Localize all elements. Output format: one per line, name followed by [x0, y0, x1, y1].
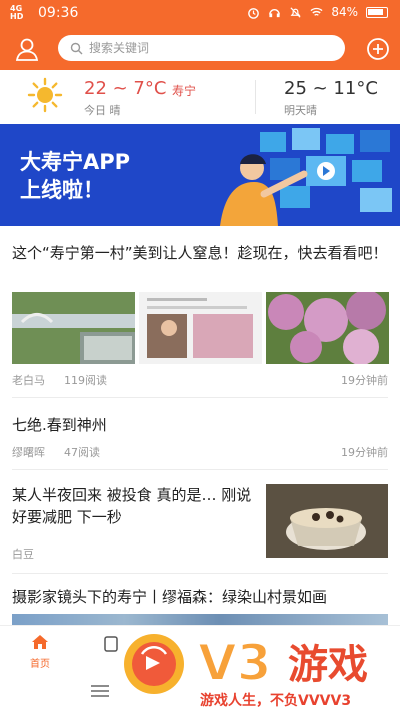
list-item[interactable]: 七绝.春到神州 缪曙晖 47阅读 19分钟前 [12, 408, 388, 470]
banner-illustration [220, 128, 392, 226]
menu-icon[interactable] [90, 684, 110, 698]
battery-icon [366, 6, 388, 18]
search-icon [70, 42, 83, 54]
tomorrow-weather-label: 明天晴 [284, 104, 317, 117]
search-bar[interactable] [58, 35, 345, 61]
status-bar: 4G HD 09:36 84% [0, 0, 400, 26]
article-source: 老白马 [12, 374, 45, 387]
network-indicator: 4G HD [10, 4, 24, 21]
article-thumbnail [266, 292, 389, 364]
user-icon[interactable] [14, 36, 40, 62]
article-source: 白豆 [12, 548, 34, 561]
headset-icon [269, 8, 281, 17]
article-reads: 119阅读 [64, 374, 107, 387]
article-title: 七绝.春到神州 [12, 416, 107, 434]
article-title: 某人半夜回来 被投食 真的是… 刚说好要减肥 下一秒 [12, 486, 252, 526]
v3-game-watermark-logo: V3 游戏 游戏人生，不负VVVV3 [124, 633, 368, 709]
watermark-brand: V3 [198, 634, 272, 692]
article-title: 这个“寿宁第一村”美到让人窒息！趁现在，快去看看吧！ [12, 244, 388, 262]
list-item[interactable]: 某人半夜回来 被投食 真的是… 刚说好要减肥 下一秒 白豆 [12, 478, 388, 574]
sunny-weather-icon [27, 77, 63, 113]
tab-home[interactable]: 首页 [10, 634, 70, 670]
search-input[interactable] [89, 41, 319, 55]
promo-banner[interactable]: 大寿宁APP 上线啦！ [0, 124, 400, 226]
list-item[interactable]: 这个“寿宁第一村”美到让人窒息！趁现在，快去看看吧！ 老白马 119阅读 19分… [12, 238, 389, 398]
tomorrow-temperature: 25 ~ 11°C [284, 78, 378, 99]
home-icon [32, 635, 48, 649]
weather-divider [255, 80, 256, 114]
article-time: 19分钟前 [341, 446, 388, 459]
tab-home-label: 首页 [30, 659, 50, 670]
watermark-brand-cn: 游戏 [288, 642, 368, 688]
app-header: 4G HD 09:36 84% [0, 0, 400, 70]
banner-headline: 大寿宁APP [20, 150, 131, 174]
today-temperature: 22 ~ 7°C [84, 78, 167, 99]
watermark-slogan: 游戏人生，不负VVVV3 [200, 692, 351, 709]
banner-subheadline: 上线啦！ [20, 178, 104, 202]
weather-panel[interactable]: 22 ~ 7°C 寿宁 今日 晴 25 ~ 11°C 明天晴 [0, 70, 400, 122]
article-title: 摄影家镜头下的寿宁丨缪福森：绿染山村景如画 [12, 588, 328, 606]
battery-percent: 84% [331, 5, 358, 19]
article-time: 19分钟前 [341, 374, 388, 387]
status-time: 09:36 [38, 5, 79, 21]
article-thumbnail [266, 484, 388, 558]
article-thumbnail [139, 292, 262, 364]
list-item[interactable]: 摄影家镜头下的寿宁丨缪福森：绿染山村景如画 [12, 582, 388, 625]
alarm-icon [248, 7, 260, 19]
article-reads: 47阅读 [64, 446, 100, 459]
article-thumbnail [12, 292, 135, 364]
mute-icon [290, 6, 301, 18]
today-weather-label: 今日 晴 [84, 104, 121, 117]
add-icon[interactable] [366, 37, 390, 61]
article-source: 缪曙晖 [12, 446, 45, 459]
weather-city: 寿宁 [172, 84, 197, 98]
wifi-icon [310, 7, 323, 16]
